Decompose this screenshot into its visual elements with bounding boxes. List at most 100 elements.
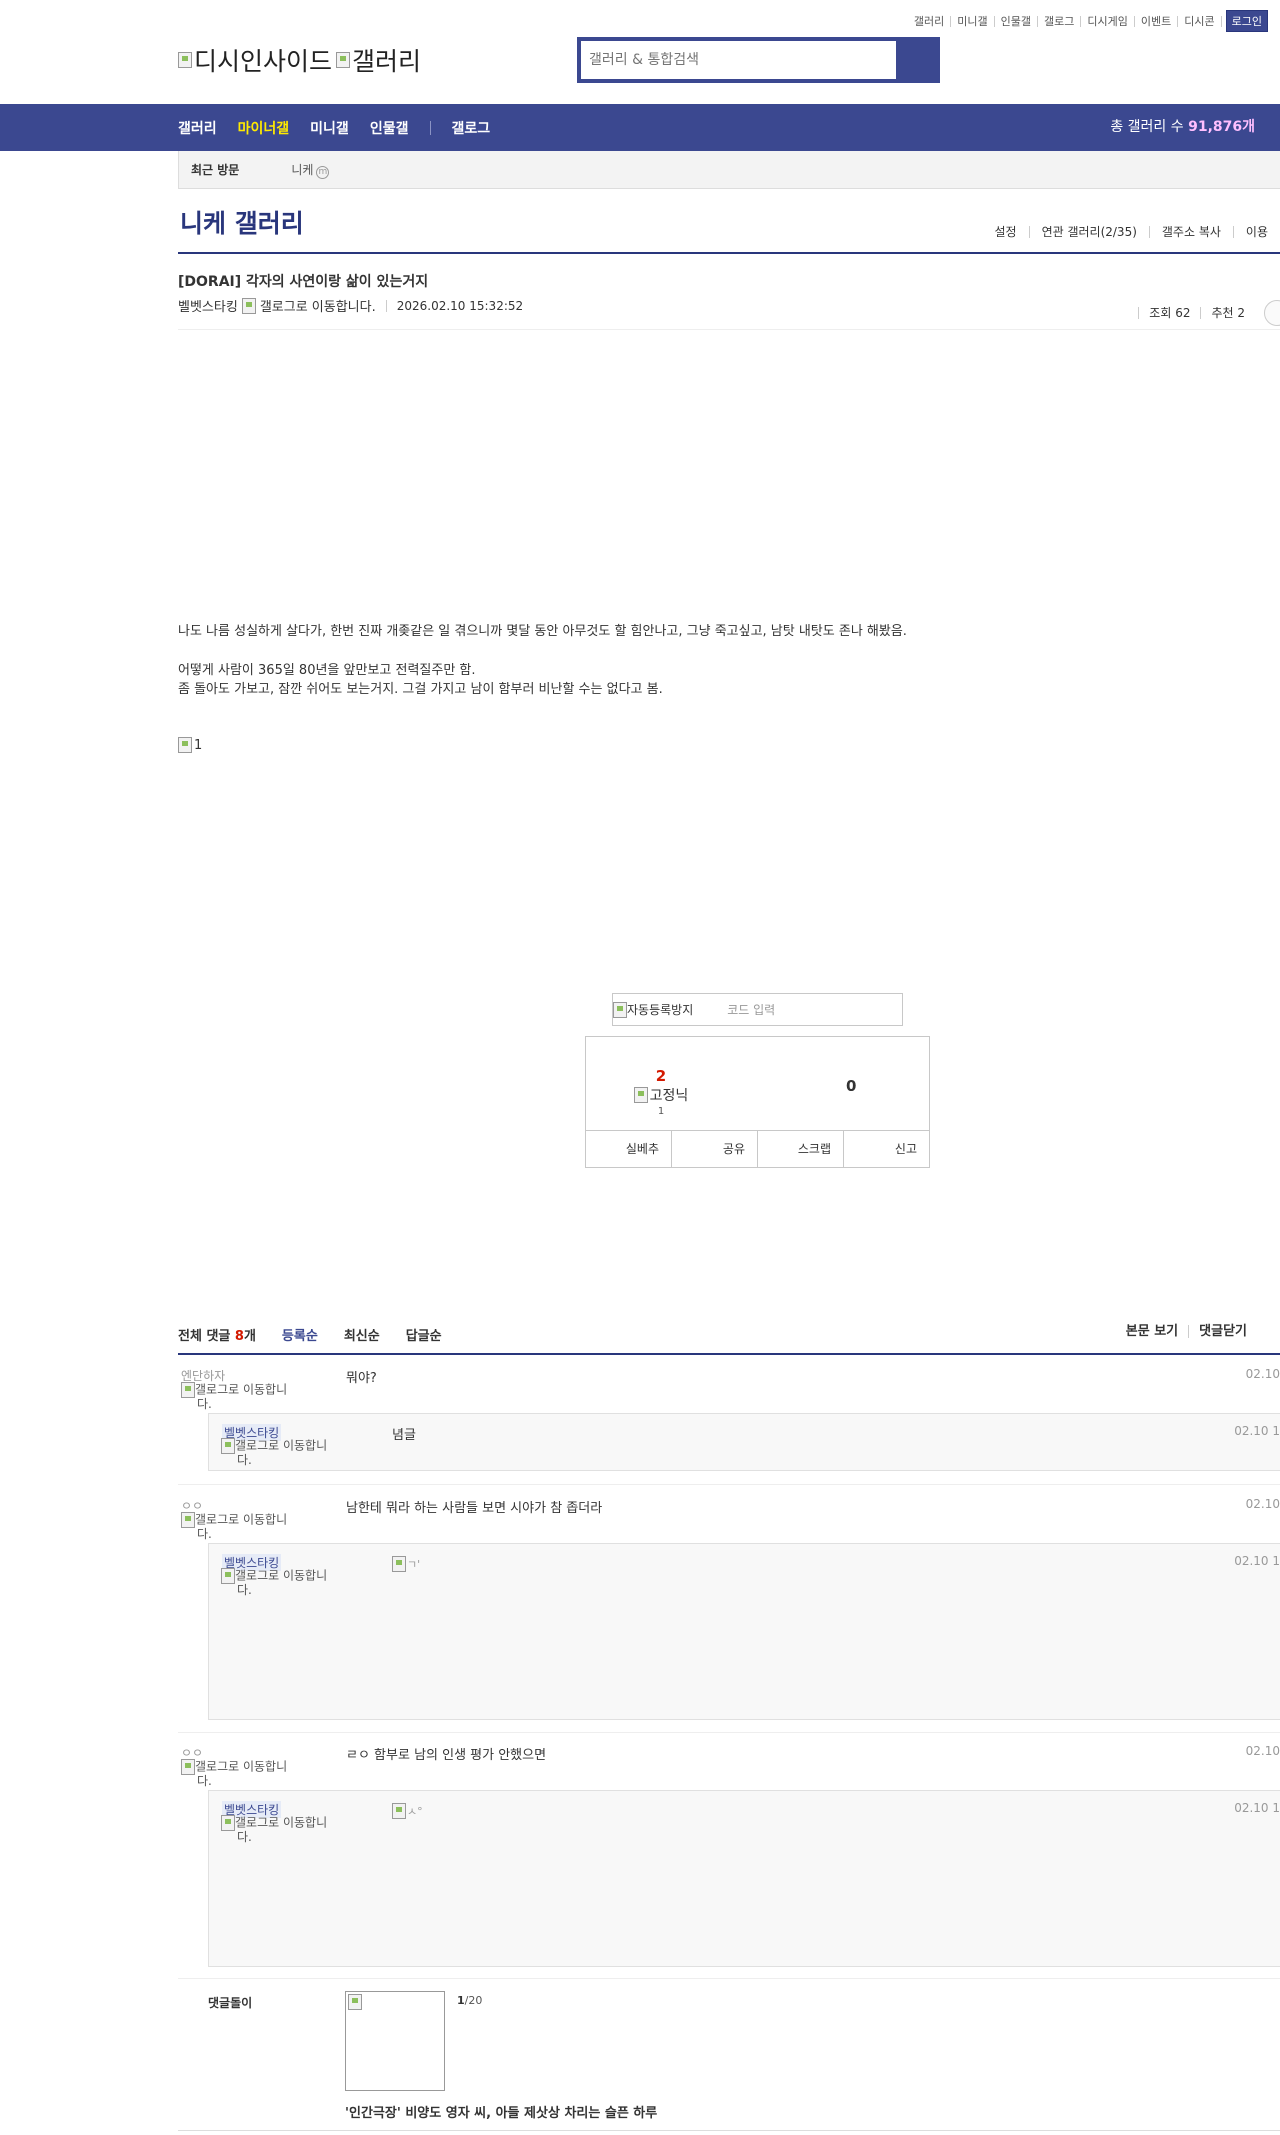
gallog-icon[interactable] — [241, 297, 256, 314]
broken-image-icon — [221, 1438, 235, 1454]
reply-gallog-link[interactable]: 갤로그로 이동합니 다. — [221, 1815, 351, 1844]
post-image[interactable]: 1 — [178, 737, 202, 753]
util-link-minigall[interactable]: 미니갤 — [951, 15, 995, 27]
gallery-tools: 설정 연관 갤러리(2/35) 갤주소 복사 이용 — [982, 226, 1280, 238]
nav-menu: 갤러리 마이너갤 미니갤 인물갤 갤로그 — [178, 104, 511, 151]
gallog-alt-line: 갤로그로 이동합니 — [195, 1382, 288, 1397]
comments-header: 전체 댓글 8개 등록순 최신순 답글순 본문 보기 댓글닫기 — [178, 1325, 1280, 1355]
reply-text: 념글 — [392, 1428, 416, 1443]
copy-address-link[interactable]: 갤주소 복사 — [1148, 226, 1233, 238]
gallog-alt-line: 다. — [197, 1397, 212, 1411]
comment-view-toggles: 본문 보기 댓글닫기 — [1116, 1325, 1278, 1338]
view-body-link[interactable]: 본문 보기 — [1116, 1325, 1188, 1338]
dccon-image[interactable]: ㄱ' — [392, 1556, 420, 1572]
body-paragraph: 어떻게 사람이 365일 80년을 앞만보고 전력질주만 함. — [178, 663, 476, 678]
util-link-dccon[interactable]: 디시콘 — [1178, 15, 1222, 27]
nav-divider — [430, 120, 432, 135]
gallery-logo: 갤러리 — [336, 42, 421, 78]
util-link-gallery[interactable]: 갤러리 — [908, 15, 952, 27]
captcha-image-icon — [613, 1001, 627, 1018]
comment-sort-group: 전체 댓글 8개 등록순 최신순 답글순 — [178, 1325, 442, 1344]
dccon-image[interactable]: ㅅ° — [392, 1803, 423, 1819]
post-author[interactable]: 벨벳스타킹 — [178, 296, 238, 315]
comment-gallog-link[interactable]: 갤로그로 이동합니 다. — [181, 1759, 311, 1788]
downvote-count[interactable]: 0 — [846, 1077, 856, 1095]
comment-date: 02.10 — [1245, 1367, 1280, 1381]
fixed-nick-alt: 고정닉 — [649, 1088, 689, 1104]
recent-gallery-name[interactable]: 니케 — [291, 163, 313, 177]
dcinside-logo: 디시인사이드 — [178, 42, 332, 78]
comment-bot-label: 댓글돌이 — [208, 1996, 253, 2010]
upvote-area[interactable]: 2 고정닉 1 — [626, 1067, 696, 1117]
login-button[interactable]: 로그인 — [1225, 10, 1268, 32]
logo-alt-text: 디시인사이드 — [194, 47, 333, 76]
realbest-button[interactable]: 실베추 — [586, 1131, 671, 1167]
settings-link[interactable]: 설정 — [982, 226, 1028, 238]
more-options-button[interactable] — [1264, 300, 1280, 326]
util-link-dcgame[interactable]: 디시게임 — [1081, 15, 1135, 27]
sort-replies[interactable]: 답글순 — [406, 1325, 442, 1344]
broken-image-icon — [336, 52, 351, 68]
post-meta: 벨벳스타킹 갤로그로 이동합니다. 2026.02.10 15:32:52 — [178, 296, 523, 315]
gallery-title[interactable]: 니케 갤러리 — [180, 204, 304, 240]
nav-item-minigall[interactable]: 미니갤 — [310, 118, 349, 138]
search-input[interactable] — [581, 41, 896, 79]
sort-registered[interactable]: 등록순 — [282, 1325, 318, 1344]
reply-date: 02.10 1 — [1234, 1424, 1280, 1438]
comment-item: ㅇㅇ 갤로그로 이동합니 다. 남한테 뭐라 하는 사람들 보면 시야가 참 좁더… — [178, 1497, 1280, 1547]
close-comments-link[interactable]: 댓글닫기 — [1188, 1325, 1257, 1338]
gallog-alt-line: 갤로그로 이동합니 — [195, 1512, 288, 1527]
captcha-box: 자동등록방지 코드 입력 — [612, 993, 903, 1026]
util-link-persongall[interactable]: 인물갤 — [995, 15, 1039, 27]
util-link-gallog[interactable]: 갤로그 — [1038, 15, 1082, 27]
share-button[interactable]: 공유 — [671, 1131, 757, 1167]
fixed-nick-count: 1 — [657, 1106, 665, 1117]
nav-item-gallog[interactable]: 갤로그 — [451, 118, 490, 138]
util-link-event[interactable]: 이벤트 — [1135, 15, 1179, 27]
comment-bot-caption[interactable]: '인간극장' 비양도 영자 씨, 아들 제삿상 차리는 슬픈 하루 — [345, 2102, 657, 2121]
broken-image-icon — [392, 1803, 406, 1819]
post-date: 2026.02.10 15:32:52 — [385, 299, 523, 312]
usage-link[interactable]: 이용 — [1232, 226, 1280, 238]
gallog-alt-line: 다. — [237, 1830, 252, 1844]
total-label: 총 갤러리 수 — [1110, 119, 1189, 135]
post-title: [DORAI] 각자의 사연이랑 삶이 있는거지 — [178, 274, 429, 290]
related-gallery-link[interactable]: 연관 갤러리(2/35) — [1028, 226, 1149, 238]
comment-total-label: 전체 댓글 — [178, 1329, 235, 1344]
reply-item: 벨벳스타킹 갤로그로 이동합니 다. 념글 02.10 1 — [208, 1413, 1280, 1471]
comment-date: 02.10 — [1245, 1497, 1280, 1511]
reply-item: 벨벳스타킹 갤로그로 이동합니 다. ㄱ' 02.10 1 — [208, 1543, 1280, 1720]
gallog-alt-line: 다. — [197, 1774, 212, 1788]
comment-bot-section: 댓글돌이 1/20 '인간극장' 비양도 영자 씨, 아들 제삿상 차리는 슬픈… — [178, 1991, 1280, 2131]
recent-gallery-item[interactable]: 니케 m — [291, 161, 330, 179]
sort-latest[interactable]: 최신순 — [344, 1325, 380, 1344]
recommend-count: 추천 2 — [1200, 307, 1255, 319]
scrap-button[interactable]: 스크랩 — [757, 1131, 843, 1167]
minor-badge-icon: m — [316, 165, 330, 179]
captcha-input[interactable]: 코드 입력 — [727, 1001, 775, 1018]
post-stats: 조회 62 추천 2 — [1138, 300, 1280, 326]
comment-bot-pager: 1/20 — [457, 1994, 482, 2007]
nav-item-minorgall[interactable]: 마이너갤 — [238, 118, 290, 138]
search-button[interactable] — [896, 41, 936, 79]
comment-gallog-link[interactable]: 갤로그로 이동합니 다. — [181, 1512, 311, 1541]
gallog-alt-line: 갤로그로 이동합니 — [195, 1759, 288, 1774]
nav-item-persongall[interactable]: 인물갤 — [370, 118, 409, 138]
broken-image-icon — [392, 1556, 406, 1572]
reply-gallog-link[interactable]: 갤로그로 이동합니 다. — [221, 1568, 351, 1597]
post-image-alt: 1 — [194, 737, 203, 753]
nav-item-gallery[interactable]: 갤러리 — [178, 118, 217, 138]
broken-image-icon — [181, 1759, 195, 1775]
utility-bar: 갤러리 미니갤 인물갤 갤로그 디시게임 이벤트 디시콘 로그인 — [908, 10, 1268, 32]
comment-gallog-link[interactable]: 갤로그로 이동합니 다. — [181, 1382, 311, 1411]
report-button[interactable]: 신고 — [843, 1131, 929, 1167]
vote-actions: 실베추 공유 스크랩 신고 — [586, 1130, 929, 1167]
broken-image-icon — [181, 1382, 195, 1398]
reply-gallog-link[interactable]: 갤로그로 이동합니 다. — [221, 1438, 351, 1467]
gallog-alt-line: 갤로그로 이동합니 — [235, 1568, 328, 1583]
broken-image-icon — [633, 1087, 648, 1103]
recent-visit-label[interactable]: 최근 방문 — [191, 161, 239, 178]
site-logo[interactable]: 디시인사이드 갤러리 — [178, 42, 421, 78]
upvote-count: 2 — [655, 1067, 667, 1085]
comment-bot-thumbnail[interactable] — [345, 1991, 445, 2091]
